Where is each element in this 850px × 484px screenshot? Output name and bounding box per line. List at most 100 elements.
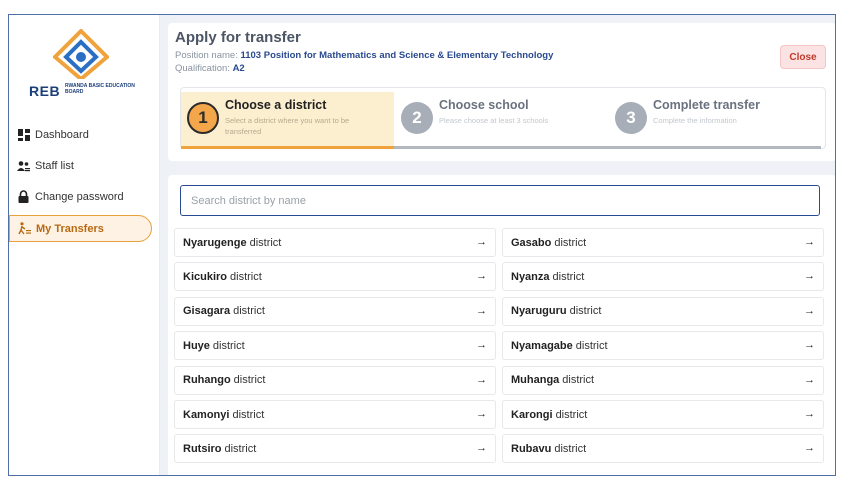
lock-icon: [17, 190, 30, 203]
reb-logo: REB RWANDA BASIC EDUCATION BOARD: [29, 29, 141, 99]
step-number: 3: [615, 102, 647, 134]
district-item[interactable]: Nyamagabe district →: [502, 331, 824, 361]
sidebar-item-label: Dashboard: [35, 128, 89, 141]
qualification-value: A2: [232, 63, 245, 74]
arrow-right-icon: →: [476, 304, 487, 317]
close-button[interactable]: Close: [780, 45, 826, 69]
arrow-right-icon: →: [804, 270, 815, 283]
transfer-header: Apply for transfer Position name: 1103 P…: [168, 23, 835, 161]
step-number: 1: [187, 102, 219, 134]
sidebar-nav: Dashboard Staff list Change password My …: [9, 119, 160, 242]
district-suffix: district: [233, 374, 266, 387]
district-name: Nyamagabe: [511, 339, 573, 352]
reb-emblem-icon: [53, 29, 109, 79]
stepper-progress-fill: [181, 146, 395, 149]
arrow-right-icon: →: [476, 270, 487, 283]
sidebar-item-dashboard[interactable]: Dashboard: [9, 119, 160, 150]
sidebar-item-label: My Transfers: [36, 222, 104, 235]
district-suffix: district: [249, 236, 282, 249]
district-search-input[interactable]: [180, 185, 820, 216]
stepper-progress-bar: [181, 146, 821, 149]
district-suffix: district: [212, 339, 245, 352]
district-name: Nyarugenge: [183, 236, 247, 249]
district-suffix: district: [554, 442, 587, 455]
district-item[interactable]: Nyarugenge district →: [174, 228, 496, 257]
arrow-right-icon: →: [804, 236, 815, 248]
step-title: Choose school: [439, 98, 529, 112]
district-name: Rubavu: [511, 442, 552, 455]
staff-icon: [17, 159, 30, 172]
step-choose-school[interactable]: 2 Choose school Please choose at least 3…: [395, 92, 607, 146]
district-item[interactable]: Muhanga district →: [502, 365, 824, 395]
district-name: Kamonyi: [183, 408, 230, 421]
step-complete-transfer[interactable]: 3 Complete transfer Complete the informa…: [609, 92, 821, 146]
logo-text: REB: [29, 83, 61, 99]
district-item[interactable]: Karongi district →: [502, 400, 824, 429]
dashboard-icon: [17, 128, 30, 141]
arrow-right-icon: →: [804, 442, 815, 455]
arrow-right-icon: →: [476, 339, 487, 352]
district-suffix: district: [232, 408, 265, 421]
district-list-card: Nyarugengedistrict→Gasabodistrict→Kicuki…: [168, 175, 835, 475]
transfer-stepper: 1 Choose a district Select a district wh…: [180, 87, 826, 149]
step-title: Complete transfer: [653, 98, 760, 112]
step-title: Choose a district: [225, 98, 327, 112]
district-item[interactable]: Nyaruguru district →: [502, 296, 824, 326]
main-content: Apply for transfer Position name: 1103 P…: [160, 15, 835, 475]
app-window: REB RWANDA BASIC EDUCATION BOARD Dashboa…: [8, 14, 836, 476]
step-number: 2: [401, 102, 433, 134]
sidebar: REB RWANDA BASIC EDUCATION BOARD Dashboa…: [9, 15, 160, 475]
district-item[interactable]: Nyanza district →: [502, 262, 824, 292]
district-suffix: district: [575, 339, 608, 352]
district-name: Rutsiro: [183, 442, 222, 455]
arrow-right-icon: →: [476, 236, 487, 248]
step-choose-district[interactable]: 1 Choose a district Select a district wh…: [181, 92, 394, 146]
step-subtitle: Complete the information: [653, 116, 737, 125]
district-suffix: district: [569, 305, 602, 318]
district-item[interactable]: Gisagara district →: [174, 296, 496, 326]
district-name: Nyanza: [511, 270, 550, 283]
arrow-right-icon: →: [476, 408, 487, 420]
sidebar-item-label: Change password: [35, 190, 124, 203]
district-item[interactable]: Huye district →: [174, 331, 496, 361]
position-label: Position name:: [175, 50, 238, 61]
district-item[interactable]: Kicukiro district →: [174, 262, 496, 292]
position-value: 1103 Position for Mathematics and Scienc…: [240, 50, 554, 61]
district-name: Karongi: [511, 408, 553, 421]
sidebar-item-label: Staff list: [35, 159, 74, 172]
district-suffix: district: [555, 408, 588, 421]
district-name: Kicukiro: [183, 270, 228, 283]
district-name: Nyaruguru: [511, 305, 567, 318]
district-suffix: district: [552, 270, 585, 283]
district-name: Muhanga: [511, 374, 560, 387]
qualification-info: Qualification: A2: [175, 63, 245, 74]
district-name: Gasabo: [511, 236, 552, 249]
step-subtitle: Please choose at least 3 schools: [439, 116, 549, 125]
district-name: Gisagara: [183, 305, 231, 318]
logo-subtext: RWANDA BASIC EDUCATION BOARD: [65, 83, 135, 95]
district-name: Ruhango: [183, 374, 231, 387]
arrow-right-icon: →: [804, 408, 815, 420]
arrow-right-icon: →: [804, 339, 815, 352]
district-item[interactable]: Rutsiro district →: [174, 434, 496, 464]
sidebar-item-change-password[interactable]: Change password: [9, 181, 160, 212]
district-suffix: district: [562, 374, 595, 387]
transfer-icon: [18, 222, 31, 235]
district-item[interactable]: Gasabo district →: [502, 228, 824, 257]
arrow-right-icon: →: [804, 373, 815, 386]
district-suffix: district: [230, 270, 262, 283]
arrow-right-icon: →: [476, 442, 487, 455]
district-name: Huye: [183, 339, 210, 352]
district-suffix: district: [554, 236, 587, 249]
sidebar-item-my-transfers[interactable]: My Transfers: [9, 215, 152, 242]
sidebar-item-staff-list[interactable]: Staff list: [9, 150, 160, 181]
qualification-label: Qualification:: [175, 63, 230, 74]
district-item[interactable]: Kamonyi district →: [174, 400, 496, 429]
arrow-right-icon: →: [476, 373, 487, 386]
page-title: Apply for transfer: [175, 29, 301, 46]
step-subtitle: Select a district where you want to be t…: [225, 116, 350, 136]
district-item[interactable]: Rubavu district →: [502, 434, 824, 464]
district-suffix: district: [233, 305, 265, 318]
arrow-right-icon: →: [804, 304, 815, 317]
district-item[interactable]: Ruhango district →: [174, 365, 496, 395]
